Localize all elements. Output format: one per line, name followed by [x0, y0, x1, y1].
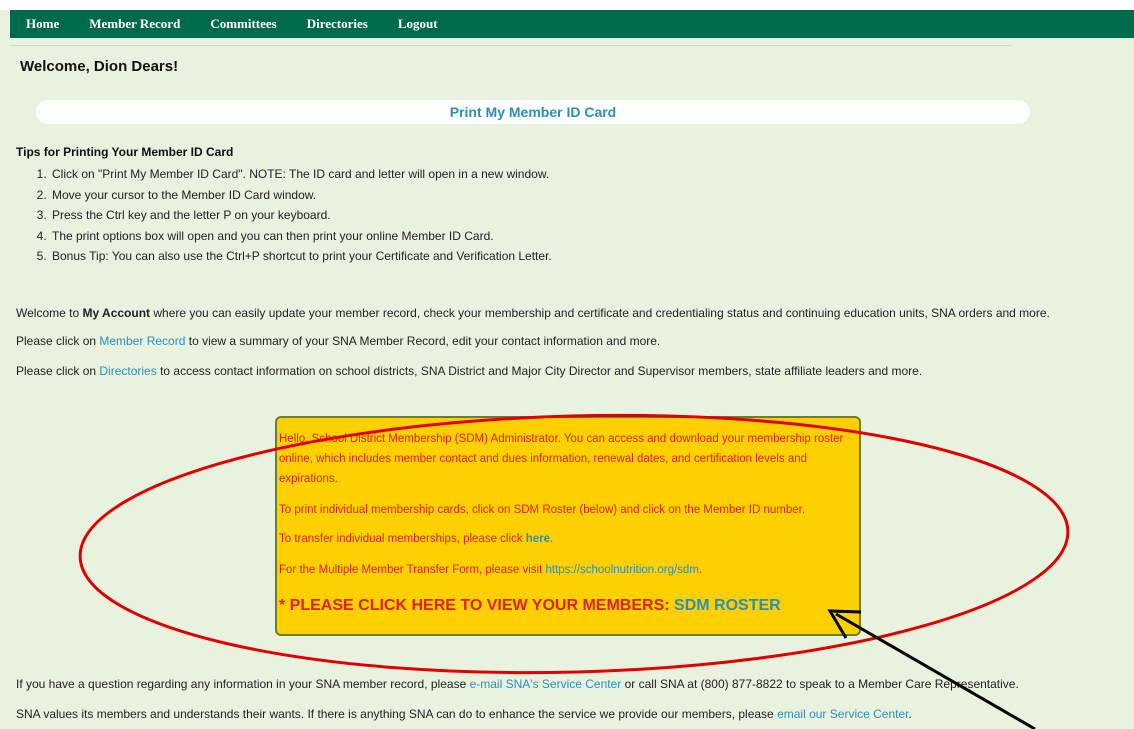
- sdm-intro: Hello, School District Membership (SDM) …: [279, 433, 844, 485]
- directories-link[interactable]: Directories: [99, 364, 156, 378]
- nav-member-record[interactable]: Member Record: [89, 16, 180, 32]
- sdm-transfer-prefix: To transfer individual memberships, plea…: [279, 533, 526, 545]
- intro-suffix: where you can easily update your member …: [150, 306, 1050, 320]
- sdm-admin-box: Hello, School District Membership (SDM) …: [275, 416, 861, 636]
- question-paragraph: If you have a question regarding any inf…: [16, 677, 1019, 691]
- email-our-service-center-link[interactable]: email our Service Center: [777, 707, 908, 721]
- sdm-transfer-link[interactable]: here: [526, 533, 550, 545]
- directories-paragraph: Please click on Directories to access co…: [16, 364, 922, 378]
- nav-home[interactable]: Home: [26, 16, 59, 32]
- values-suffix: .: [908, 707, 912, 721]
- member-record-suffix: to view a summary of your SNA Member Rec…: [185, 334, 661, 348]
- nav-divider: [10, 45, 1012, 46]
- nav-directories[interactable]: Directories: [307, 16, 368, 32]
- sdm-cta-prefix: * PLEASE CLICK HERE TO VIEW YOUR MEMBERS…: [279, 597, 675, 614]
- sdm-multi-prefix: For the Multiple Member Transfer Form, p…: [279, 564, 546, 576]
- sdm-multi-link[interactable]: https://schoolnutrition.org/sdm: [546, 564, 699, 576]
- values-paragraph: SNA values its members and understands t…: [16, 707, 912, 721]
- email-service-center-link[interactable]: e-mail SNA's Service Center: [470, 677, 622, 691]
- intro-prefix: Welcome to: [16, 306, 83, 320]
- directories-prefix: Please click on: [16, 364, 100, 378]
- tip-item: The print options box will open and you …: [50, 226, 552, 247]
- member-record-prefix: Please click on: [16, 334, 100, 348]
- directories-suffix: to access contact information on school …: [156, 364, 923, 378]
- member-record-link[interactable]: Member Record: [99, 334, 185, 348]
- tip-item: Bonus Tip: You can also use the Ctrl+P s…: [50, 246, 552, 267]
- tips-list: Click on "Print My Member ID Card". NOTE…: [36, 164, 552, 267]
- intro-paragraph: Welcome to My Account where you can easi…: [16, 306, 1050, 320]
- sdm-multi-suffix: .: [698, 564, 703, 576]
- welcome-heading: Welcome, Dion Dears!: [20, 58, 179, 75]
- sdm-transfer: To transfer individual memberships, plea…: [279, 529, 553, 549]
- intro-bold: My Account: [82, 306, 151, 320]
- sdm-cta: * PLEASE CLICK HERE TO VIEW YOUR MEMBERS…: [279, 596, 781, 616]
- tip-item: Press the Ctrl key and the letter P on y…: [50, 205, 552, 226]
- sdm-multi-transfer: For the Multiple Member Transfer Form, p…: [279, 560, 702, 580]
- tip-item: Move your cursor to the Member ID Card w…: [50, 185, 552, 206]
- tips-title: Tips for Printing Your Member ID Card: [16, 145, 234, 159]
- nav-committees[interactable]: Committees: [210, 16, 276, 32]
- tip-item: Click on "Print My Member ID Card". NOTE…: [50, 164, 552, 185]
- values-prefix: SNA values its members and understands t…: [16, 707, 778, 721]
- sdm-transfer-suffix: .: [550, 533, 554, 545]
- main-nav: Home Member Record Committees Directorie…: [10, 10, 1134, 38]
- member-record-paragraph: Please click on Member Record to view a …: [16, 334, 660, 348]
- nav-logout[interactable]: Logout: [398, 16, 438, 32]
- sdm-roster-link[interactable]: SDM ROSTER: [674, 597, 781, 614]
- print-id-card-button[interactable]: Print My Member ID Card: [36, 100, 1030, 124]
- sdm-print-cards: To print individual membership cards, cl…: [279, 504, 806, 516]
- top-strip: [0, 0, 1134, 10]
- question-suffix: or call SNA at (800) 877-8822 to speak t…: [621, 677, 1019, 691]
- question-prefix: If you have a question regarding any inf…: [16, 677, 470, 691]
